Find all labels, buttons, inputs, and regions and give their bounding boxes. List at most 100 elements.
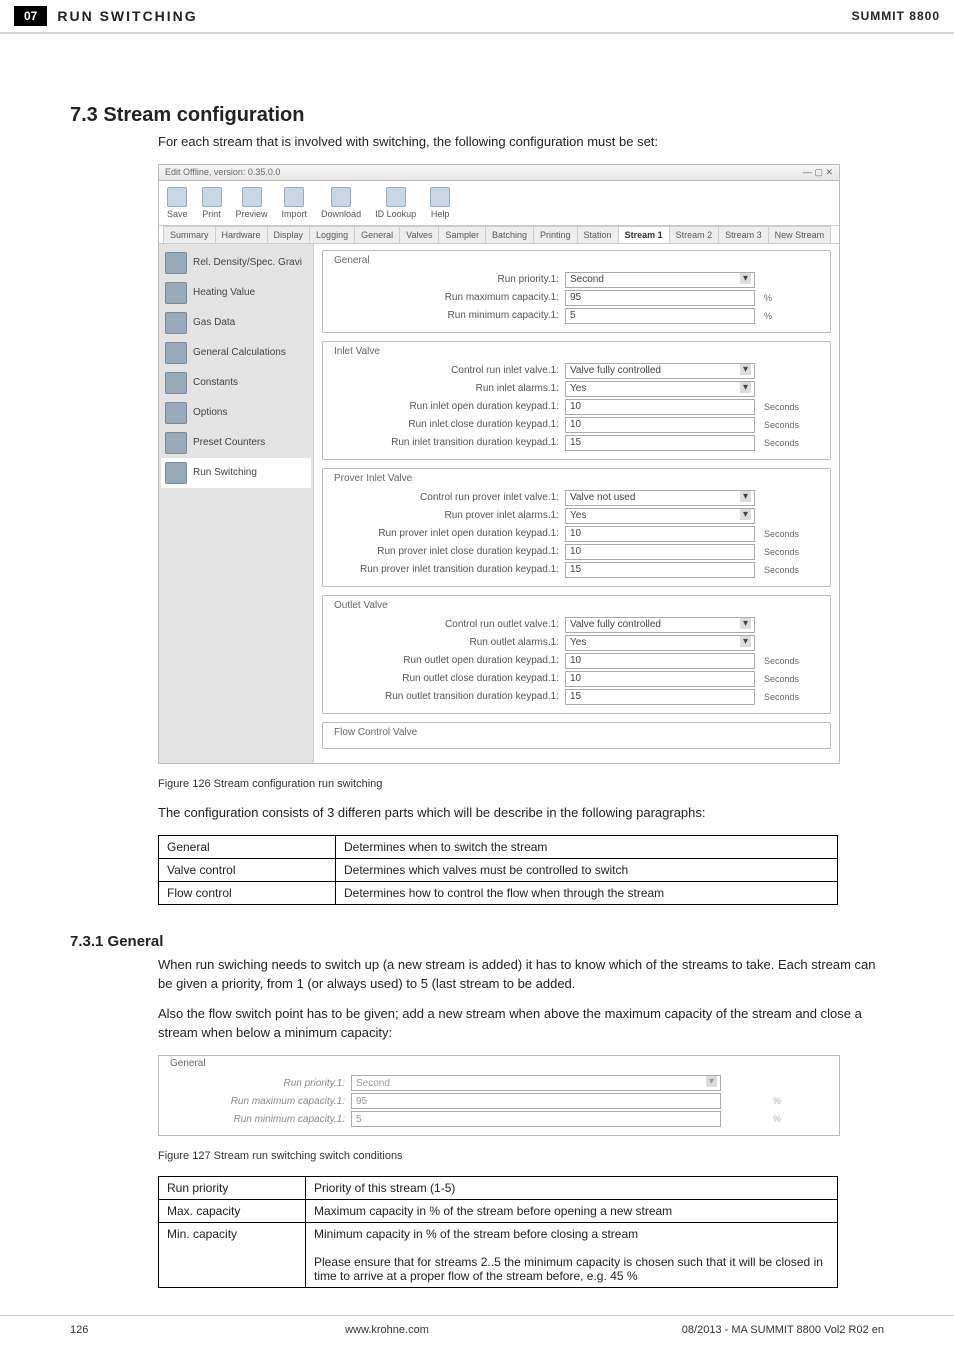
table-cell-name: Valve control bbox=[159, 858, 336, 881]
form-select[interactable]: Yes bbox=[565, 508, 755, 524]
form-input[interactable]: 95 bbox=[351, 1093, 721, 1109]
form-row: Run prover inlet open duration keypad.1:… bbox=[329, 526, 824, 542]
form-select[interactable]: Valve not used bbox=[565, 490, 755, 506]
form-input[interactable]: 5 bbox=[565, 308, 755, 324]
table-row: Flow controlDetermines how to control th… bbox=[159, 881, 838, 904]
toolbar-preview[interactable]: Preview bbox=[236, 187, 268, 219]
general-snippet-legend: General bbox=[167, 1058, 209, 1069]
tab-general[interactable]: General bbox=[354, 226, 400, 243]
form-select[interactable]: Valve fully controlled bbox=[565, 617, 755, 633]
form-row: Control run outlet valve.1:Valve fully c… bbox=[329, 617, 824, 633]
window-title: Edit Offline, version: 0.35.0.0 bbox=[165, 167, 280, 178]
tab-stream-2[interactable]: Stream 2 bbox=[669, 226, 720, 243]
tab-station[interactable]: Station bbox=[577, 226, 619, 243]
tab-logging[interactable]: Logging bbox=[309, 226, 355, 243]
form-unit: Seconds bbox=[764, 692, 824, 702]
sidebar-item-constants[interactable]: Constants bbox=[161, 368, 311, 398]
form-legend: Outlet Valve bbox=[331, 600, 391, 611]
table-cell-name: Min. capacity bbox=[159, 1223, 306, 1288]
toolbar-help[interactable]: Help bbox=[430, 187, 450, 219]
form-input[interactable]: 10 bbox=[565, 399, 755, 415]
sidebar-item-rel-density-spec-gravi[interactable]: Rel. Density/Spec. Gravi bbox=[161, 248, 311, 278]
tab-sampler[interactable]: Sampler bbox=[438, 226, 486, 243]
toolbar-print[interactable]: Print bbox=[202, 187, 222, 219]
form-row: Run prover inlet transition duration key… bbox=[329, 562, 824, 578]
table-cell-name: Run priority bbox=[159, 1177, 306, 1200]
form-legend: Prover Inlet Valve bbox=[331, 473, 415, 484]
form-input[interactable]: 10 bbox=[565, 544, 755, 560]
form-input[interactable]: 10 bbox=[565, 526, 755, 542]
toolbar-icon bbox=[284, 187, 304, 207]
tab-stream-1[interactable]: Stream 1 bbox=[618, 226, 670, 243]
form-input[interactable]: 10 bbox=[565, 417, 755, 433]
form-row: Run outlet alarms.1:Yes bbox=[329, 635, 824, 651]
sidebar-item-preset-counters[interactable]: Preset Counters bbox=[161, 428, 311, 458]
sidebar-item-options[interactable]: Options bbox=[161, 398, 311, 428]
table-row: Max. capacityMaximum capacity in % of th… bbox=[159, 1200, 838, 1223]
form-label: Run priority.1: bbox=[329, 274, 565, 285]
tab-batching[interactable]: Batching bbox=[485, 226, 534, 243]
form-select[interactable]: Second bbox=[565, 272, 755, 288]
form-input[interactable]: 95 bbox=[565, 290, 755, 306]
table-cell-desc: Determines which valves must be controll… bbox=[336, 858, 838, 881]
table-cell-name: Flow control bbox=[159, 881, 336, 904]
figure-127-caption: Figure 127 Stream run switching switch c… bbox=[158, 1150, 884, 1162]
form-select[interactable]: Valve fully controlled bbox=[565, 363, 755, 379]
form-unit: % bbox=[764, 293, 824, 303]
toolbar-download[interactable]: Download bbox=[321, 187, 361, 219]
form-select[interactable]: Second bbox=[351, 1075, 721, 1091]
toolbar-id-lookup[interactable]: ID Lookup bbox=[375, 187, 416, 219]
form-select[interactable]: Yes bbox=[565, 381, 755, 397]
toolbar-icon bbox=[202, 187, 222, 207]
form-label: Run outlet open duration keypad.1: bbox=[329, 655, 565, 666]
form-input[interactable]: 15 bbox=[565, 562, 755, 578]
form-unit: Seconds bbox=[764, 402, 824, 412]
form-group-inlet-valve: Inlet ValveControl run inlet valve.1:Val… bbox=[322, 341, 831, 460]
table-row: Valve controlDetermines which valves mus… bbox=[159, 858, 838, 881]
form-input[interactable]: 15 bbox=[565, 689, 755, 705]
toolbar-icon bbox=[386, 187, 406, 207]
toolbar-label: Preview bbox=[236, 209, 268, 219]
toolbar-label: ID Lookup bbox=[375, 209, 416, 219]
table-row: Run priorityPriority of this stream (1-5… bbox=[159, 1177, 838, 1200]
form-group-flow-control-valve: Flow Control Valve bbox=[322, 722, 831, 749]
form-row: Run maximum capacity.1:95% bbox=[329, 290, 824, 306]
form-unit: Seconds bbox=[764, 438, 824, 448]
sidebar-item-run-switching[interactable]: Run Switching bbox=[161, 458, 311, 488]
tab-stream-3[interactable]: Stream 3 bbox=[718, 226, 769, 243]
section-number-badge: 07 bbox=[14, 6, 47, 26]
sidebar-item-heating-value[interactable]: Heating Value bbox=[161, 278, 311, 308]
tab-valves[interactable]: Valves bbox=[399, 226, 439, 243]
form-input[interactable]: 10 bbox=[565, 671, 755, 687]
form-input[interactable]: 10 bbox=[565, 653, 755, 669]
page-number: 126 bbox=[70, 1324, 150, 1336]
form-input[interactable]: 15 bbox=[565, 435, 755, 451]
tab-display[interactable]: Display bbox=[267, 226, 311, 243]
tab-printing[interactable]: Printing bbox=[533, 226, 578, 243]
section-7-3-intro: For each stream that is involved with sw… bbox=[158, 133, 884, 152]
form-label: Run minimum capacity.1: bbox=[329, 310, 565, 321]
form-input[interactable]: 5 bbox=[351, 1111, 721, 1127]
tab-hardware[interactable]: Hardware bbox=[215, 226, 268, 243]
sidebar-item-general-calculations[interactable]: General Calculations bbox=[161, 338, 311, 368]
sidebar-icon bbox=[165, 252, 187, 274]
form-label: Run inlet transition duration keypad.1: bbox=[329, 437, 565, 448]
form-row: Run outlet open duration keypad.1:10 Seco… bbox=[329, 653, 824, 669]
form-label: Control run outlet valve.1: bbox=[329, 619, 565, 630]
form-row: Run inlet alarms.1:Yes bbox=[329, 381, 824, 397]
toolbar-label: Print bbox=[202, 209, 221, 219]
tab-new-stream[interactable]: New Stream bbox=[768, 226, 832, 243]
form-row: Run minimum capacity.1:5% bbox=[329, 308, 824, 324]
tab-summary[interactable]: Summary bbox=[163, 226, 216, 243]
table-cell-desc: Minimum capacity in % of the stream befo… bbox=[306, 1223, 838, 1288]
window-titlebar: Edit Offline, version: 0.35.0.0 — ▢ ✕ bbox=[159, 165, 839, 181]
sidebar-item-gas-data[interactable]: Gas Data bbox=[161, 308, 311, 338]
toolbar-save[interactable]: Save bbox=[167, 187, 188, 219]
form-unit: % bbox=[773, 1114, 833, 1124]
form-select[interactable]: Yes bbox=[565, 635, 755, 651]
form-unit: Seconds bbox=[764, 656, 824, 666]
form-label: Run prover inlet close duration keypad.1… bbox=[329, 546, 565, 557]
sidebar-item-label: Gas Data bbox=[193, 317, 235, 328]
toolbar-label: Help bbox=[431, 209, 450, 219]
toolbar-import[interactable]: Import bbox=[282, 187, 308, 219]
